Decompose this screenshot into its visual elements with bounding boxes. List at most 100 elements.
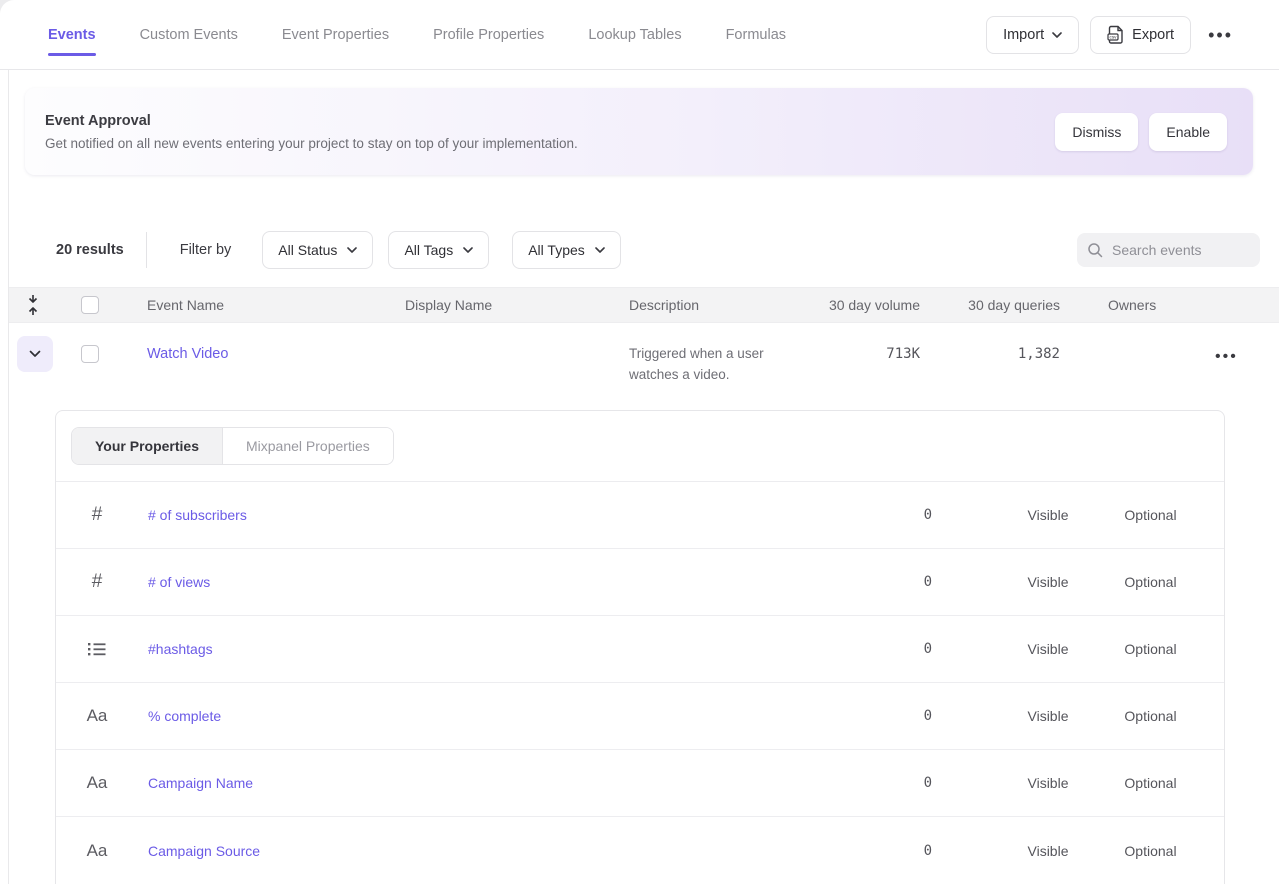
- event-properties-panel: Your Properties Mixpanel Properties # # …: [55, 410, 1225, 884]
- tab-profile-properties[interactable]: Profile Properties: [433, 0, 544, 69]
- tags-filter-dropdown[interactable]: All Tags: [388, 231, 489, 269]
- filter-toolbar: 20 results Filter by All Status All Tags…: [0, 228, 1279, 272]
- property-visibility: Visible: [1008, 549, 1088, 615]
- property-count: 0: [924, 549, 932, 615]
- filter-by-label: Filter by: [180, 242, 232, 258]
- property-visibility: Visible: [1008, 817, 1088, 884]
- column-event-name: Event Name: [147, 288, 224, 322]
- collapse-all-icon[interactable]: [26, 288, 40, 322]
- list-type-icon: [82, 616, 112, 682]
- property-name-link[interactable]: # of subscribers: [148, 482, 247, 548]
- nav-tab-list: Events Custom Events Event Properties Pr…: [48, 0, 786, 69]
- properties-tab-group: Your Properties Mixpanel Properties: [71, 427, 394, 465]
- tab-custom-events[interactable]: Custom Events: [140, 0, 238, 69]
- column-display-name: Display Name: [405, 288, 492, 322]
- property-requirement: Optional: [1108, 482, 1193, 548]
- properties-panel-header: Your Properties Mixpanel Properties: [56, 411, 1224, 482]
- banner-description: Get notified on all new events entering …: [45, 136, 578, 151]
- property-count: 0: [924, 817, 932, 884]
- import-label: Import: [1003, 27, 1044, 43]
- text-type-icon: Aa: [82, 817, 112, 884]
- number-type-icon: #: [82, 482, 112, 548]
- csv-file-icon: csv: [1107, 25, 1124, 44]
- volume-cell: 713K: [760, 336, 920, 372]
- row-checkbox-wrap: [81, 336, 99, 372]
- row-checkbox[interactable]: [81, 345, 99, 363]
- property-row[interactable]: Aa % complete 0 Visible Optional: [56, 683, 1224, 750]
- export-button[interactable]: csv Export: [1090, 16, 1191, 54]
- column-30-day-queries: 30 day queries: [900, 288, 1060, 322]
- property-visibility: Visible: [1008, 482, 1088, 548]
- tab-events[interactable]: Events: [48, 0, 96, 69]
- property-count: 0: [924, 482, 932, 548]
- property-row[interactable]: Aa Campaign Source 0 Visible Optional: [56, 817, 1224, 884]
- queries-cell: 1,382: [900, 336, 1060, 372]
- property-requirement: Optional: [1108, 750, 1193, 816]
- property-visibility: Visible: [1008, 616, 1088, 682]
- chevron-down-icon: [463, 247, 473, 253]
- text-type-icon: Aa: [82, 683, 112, 749]
- event-approval-banner: Event Approval Get notified on all new e…: [25, 88, 1253, 175]
- column-owners: Owners: [1108, 288, 1156, 322]
- search-events-box[interactable]: [1077, 233, 1260, 267]
- types-filter-value: All Types: [528, 242, 585, 258]
- property-name-link[interactable]: Campaign Name: [148, 750, 253, 816]
- tab-mixpanel-properties[interactable]: Mixpanel Properties: [223, 428, 393, 464]
- property-row[interactable]: #hashtags 0 Visible Optional: [56, 616, 1224, 683]
- tab-formulas[interactable]: Formulas: [726, 0, 786, 69]
- import-button[interactable]: Import: [986, 16, 1079, 54]
- property-name-link[interactable]: # of views: [148, 549, 210, 615]
- banner-actions: Dismiss Enable: [1055, 113, 1227, 151]
- property-visibility: Visible: [1008, 683, 1088, 749]
- property-name-link[interactable]: #hashtags: [148, 616, 213, 682]
- select-all-checkbox-wrap: [81, 288, 99, 322]
- property-name-link[interactable]: Campaign Source: [148, 817, 260, 884]
- event-name-cell: Watch Video: [147, 336, 228, 372]
- search-events-input[interactable]: [1112, 242, 1250, 258]
- nav-actions: Import csv Export •••: [986, 16, 1239, 54]
- more-options-icon[interactable]: •••: [1202, 22, 1239, 48]
- select-all-checkbox[interactable]: [81, 296, 99, 314]
- event-name-link[interactable]: Watch Video: [147, 346, 228, 362]
- property-count: 0: [924, 616, 932, 682]
- content-left-border: [8, 70, 9, 884]
- tab-event-properties[interactable]: Event Properties: [282, 0, 389, 69]
- svg-text:csv: csv: [1110, 35, 1118, 40]
- results-count: 20 results: [56, 242, 124, 258]
- collapse-row-chevron-icon[interactable]: [17, 336, 53, 372]
- banner-text: Event Approval Get notified on all new e…: [45, 113, 578, 151]
- number-type-icon: #: [82, 549, 112, 615]
- dismiss-button[interactable]: Dismiss: [1055, 113, 1138, 151]
- status-filter-dropdown[interactable]: All Status: [262, 231, 373, 269]
- property-name-link[interactable]: % complete: [148, 683, 221, 749]
- property-requirement: Optional: [1108, 616, 1193, 682]
- enable-button[interactable]: Enable: [1149, 113, 1227, 151]
- property-row[interactable]: # # of subscribers 0 Visible Optional: [56, 482, 1224, 549]
- property-requirement: Optional: [1108, 683, 1193, 749]
- chevron-down-icon: [1052, 32, 1062, 38]
- tags-filter-value: All Tags: [404, 242, 453, 258]
- column-description: Description: [629, 288, 699, 322]
- property-requirement: Optional: [1108, 817, 1193, 884]
- events-table-header: Event Name Display Name Description 30 d…: [9, 287, 1279, 323]
- text-type-icon: Aa: [82, 750, 112, 816]
- lexicon-page: Events Custom Events Event Properties Pr…: [0, 0, 1279, 884]
- types-filter-dropdown[interactable]: All Types: [512, 231, 621, 269]
- row-more-options-icon[interactable]: •••: [1209, 345, 1244, 369]
- top-navigation: Events Custom Events Event Properties Pr…: [0, 0, 1279, 70]
- property-row[interactable]: Aa Campaign Name 0 Visible Optional: [56, 750, 1224, 817]
- tab-lookup-tables[interactable]: Lookup Tables: [588, 0, 681, 69]
- property-row[interactable]: # # of views 0 Visible Optional: [56, 549, 1224, 616]
- status-filter-value: All Status: [278, 242, 337, 258]
- event-row-watch-video[interactable]: Watch Video Triggered when a user watche…: [9, 323, 1279, 401]
- search-icon: [1087, 242, 1103, 258]
- chevron-down-icon: [347, 247, 357, 253]
- column-30-day-volume: 30 day volume: [760, 288, 920, 322]
- property-requirement: Optional: [1108, 549, 1193, 615]
- tab-your-properties[interactable]: Your Properties: [72, 428, 223, 464]
- property-visibility: Visible: [1008, 750, 1088, 816]
- property-count: 0: [924, 750, 932, 816]
- divider: [146, 232, 147, 268]
- banner-title: Event Approval: [45, 113, 578, 129]
- export-label: Export: [1132, 27, 1174, 43]
